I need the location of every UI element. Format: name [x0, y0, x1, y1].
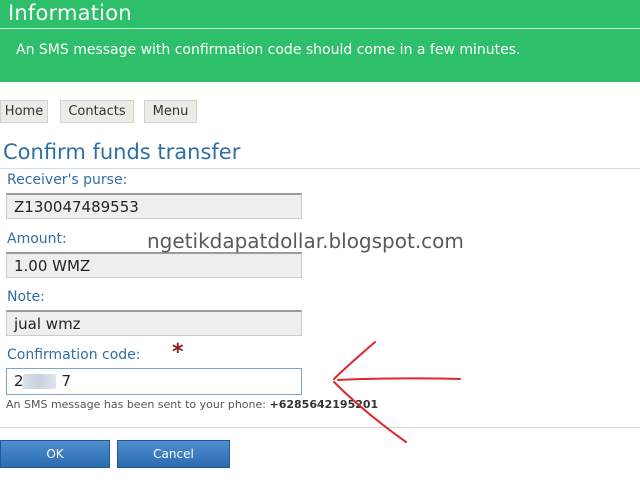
code-suffix: 7	[61, 372, 72, 390]
code-blur-mask	[23, 374, 56, 389]
red-arrow-annotation-icon	[333, 341, 461, 443]
title-divider	[0, 168, 640, 169]
receiver-field: Z130047489553	[6, 193, 302, 219]
info-title: Information	[8, 1, 132, 25]
receiver-label: Receiver's purse:	[7, 172, 128, 188]
info-message: An SMS message with confirmation code sh…	[16, 42, 521, 58]
nav-menu-button[interactable]: Menu	[144, 100, 197, 123]
cancel-button[interactable]: Cancel	[117, 440, 230, 468]
watermark-text: ngetikdapatdollar.blogspot.com	[147, 229, 464, 253]
note-field: jual wmz	[6, 310, 302, 336]
required-marker: *	[172, 340, 184, 365]
nav-home-button[interactable]: Home	[0, 100, 48, 123]
info-box: Information An SMS message with confirma…	[0, 0, 640, 82]
nav-contacts-button[interactable]: Contacts	[60, 100, 134, 123]
amount-label: Amount:	[7, 231, 67, 247]
note-label: Note:	[7, 289, 45, 305]
confirmation-code-label: Confirmation code:	[7, 347, 141, 363]
sms-note-text: An SMS message has been sent to your pho…	[6, 398, 266, 411]
ok-button[interactable]: OK	[0, 440, 110, 468]
amount-field: 1.00 WMZ	[6, 252, 302, 278]
page-title: Confirm funds transfer	[3, 140, 241, 164]
info-divider	[0, 28, 640, 29]
